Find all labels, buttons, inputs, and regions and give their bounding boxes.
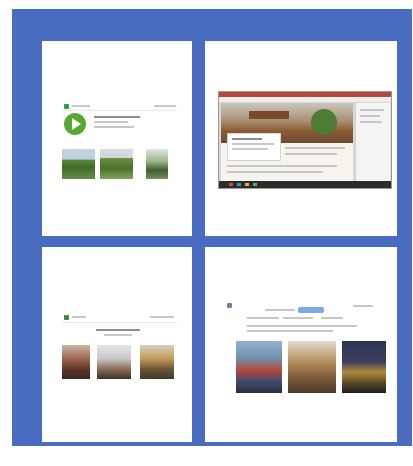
browser-address-bar xyxy=(219,97,391,102)
play-arrow-icon xyxy=(64,113,86,135)
app-meta-line xyxy=(94,126,134,128)
app-subtitle-line xyxy=(94,121,128,123)
car-street-photo xyxy=(236,341,282,393)
info-panel-line xyxy=(232,143,274,145)
hero-tree xyxy=(311,109,337,135)
header-link xyxy=(154,105,176,107)
sidebar-line xyxy=(360,109,384,111)
page-text-line xyxy=(285,153,337,155)
taskbar-app-icon xyxy=(237,183,241,186)
tree-photo xyxy=(146,149,168,179)
filter-link xyxy=(247,317,279,319)
gallery-subtitle-line xyxy=(104,334,132,336)
result-summary-line xyxy=(247,330,333,332)
info-panel-line xyxy=(232,148,268,150)
card-desktop-browser-screenshot[interactable] xyxy=(205,41,397,236)
sidebar-line xyxy=(360,115,380,117)
old-street-photo xyxy=(288,341,336,393)
taskbar-app-icon xyxy=(245,183,249,186)
balloon-photo xyxy=(140,345,174,379)
slide-background xyxy=(12,9,412,446)
active-tab-pill xyxy=(298,307,324,313)
taskbar-app-icon xyxy=(229,183,233,186)
browser-sidebar xyxy=(355,103,390,181)
card-photo-gallery-page[interactable] xyxy=(42,247,192,442)
card-search-results-page[interactable] xyxy=(205,247,397,442)
browser-page xyxy=(221,103,353,181)
night-street-photo xyxy=(342,341,386,393)
page-text-line xyxy=(227,165,337,167)
card-app-store-listing[interactable] xyxy=(42,41,192,236)
header-link xyxy=(150,316,174,318)
browser-window-icon xyxy=(218,91,392,189)
header-text xyxy=(72,105,90,107)
green-hills-photo xyxy=(62,149,95,179)
filter-link xyxy=(321,317,343,319)
header-link xyxy=(353,305,373,307)
info-panel-title xyxy=(232,138,262,140)
white-building-photo xyxy=(97,345,131,379)
sidebar-line xyxy=(360,121,382,123)
app-logo-icon xyxy=(64,104,69,109)
red-building-photo xyxy=(62,345,90,379)
header-text xyxy=(72,316,86,318)
page-text-line xyxy=(285,147,345,149)
gallery-title-line xyxy=(96,329,140,331)
hero-roof xyxy=(249,111,289,119)
mountain-photo xyxy=(100,149,133,179)
header-divider xyxy=(62,110,177,111)
result-summary-line xyxy=(247,325,357,327)
header-divider xyxy=(62,322,177,323)
page-text-line xyxy=(227,171,323,173)
site-logo-icon xyxy=(64,315,69,320)
filter-link xyxy=(283,317,313,319)
taskbar-app-icon xyxy=(253,183,257,186)
search-query-line xyxy=(265,309,295,311)
info-panel xyxy=(227,133,281,161)
app-title-line xyxy=(94,116,140,118)
site-logo-icon xyxy=(227,303,232,308)
